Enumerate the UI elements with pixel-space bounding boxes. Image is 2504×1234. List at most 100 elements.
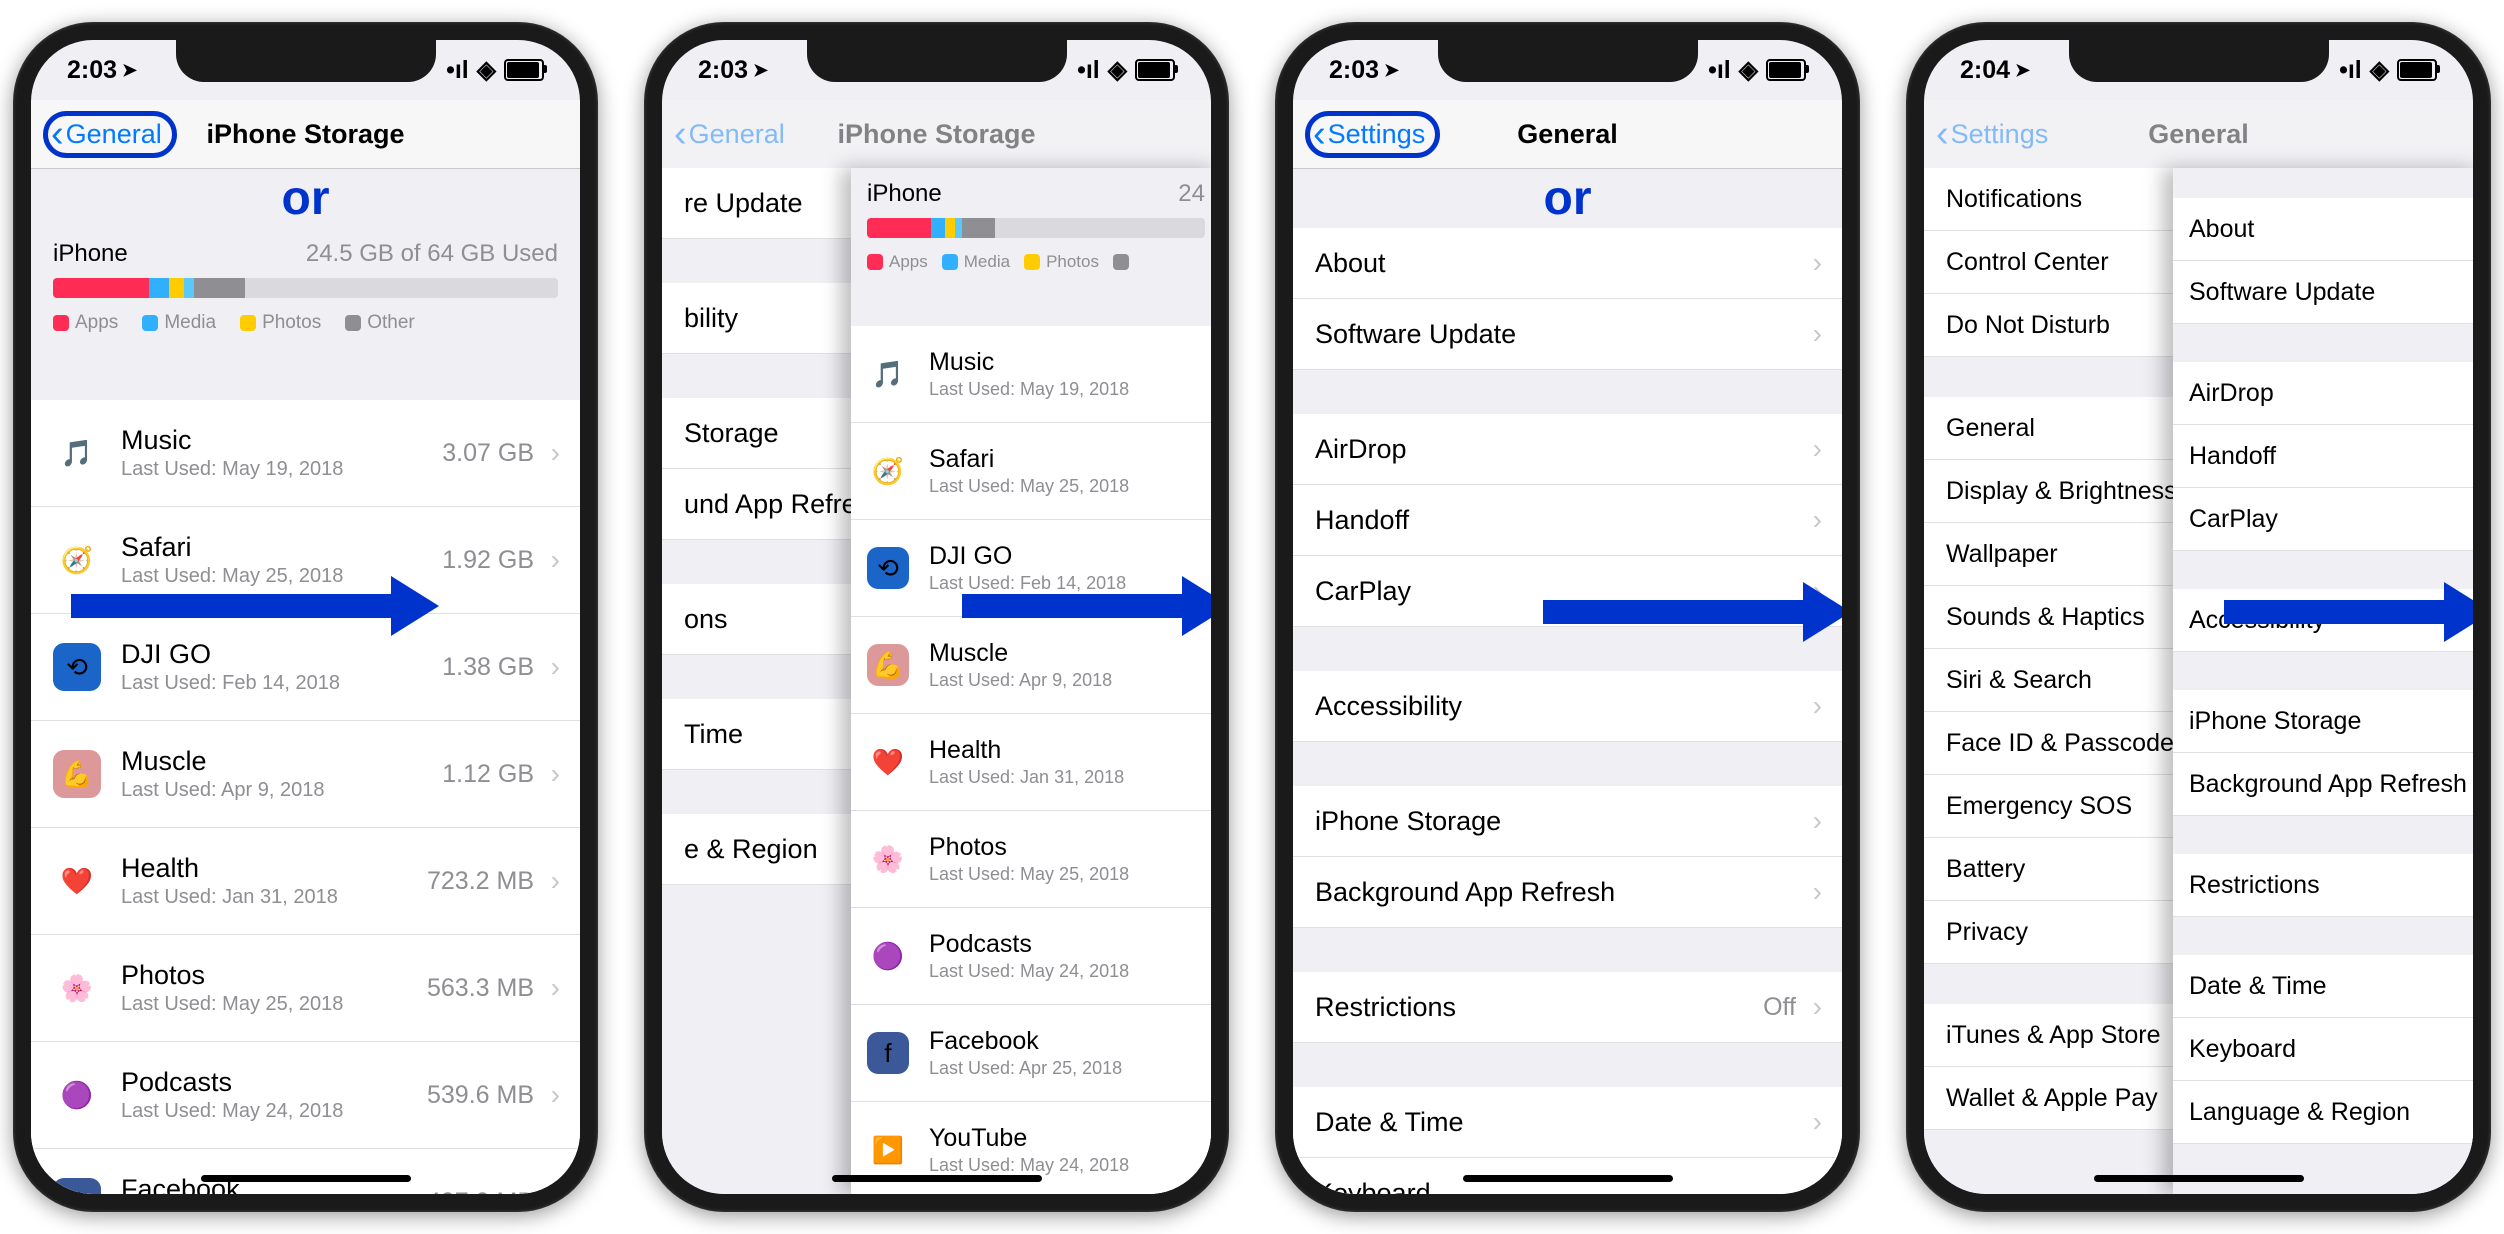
settings-row[interactable]: Date & Time (2173, 955, 2473, 1018)
sliding-panel: About Software Update AirDropHandoffCarPla… (2173, 168, 2473, 1194)
status-time: 2:04 (1960, 56, 2010, 85)
chevron-right-icon: › (551, 1186, 560, 1194)
annotation-or: or (1293, 169, 1842, 228)
settings-row[interactable]: Date & Time › (1293, 1087, 1842, 1158)
app-icon: ⟲ (53, 643, 101, 691)
storage-summary: iPhone24.5 GB of 64 GB Used Apps Media P… (31, 228, 580, 352)
row-label: Restrictions (2189, 871, 2320, 900)
app-row[interactable]: 🟣 Podcasts Last Used: May 24, 2018 (851, 908, 1211, 1005)
app-row[interactable]: 🧭 Safari Last Used: May 25, 2018 (851, 423, 1211, 520)
row-label: Accessibility (1315, 691, 1462, 722)
settings-row[interactable]: About (2173, 198, 2473, 261)
chevron-left-icon: ‹ (51, 119, 64, 149)
app-row[interactable]: 🎵 Music Last Used: May 19, 2018 3.07 GB … (31, 400, 580, 507)
row-label: AirDrop (1315, 434, 1407, 465)
row-label: Wallet & Apple Pay (1946, 1084, 2158, 1113)
chevron-right-icon: › (1813, 991, 1822, 1023)
row-label: Keyboard (1315, 1178, 1431, 1195)
device-label: iPhone (53, 240, 128, 268)
settings-row[interactable]: About › (1293, 228, 1842, 299)
annotation-arrow (2224, 582, 2473, 642)
app-icon: ▶️ (867, 1129, 909, 1171)
row-label: Siri & Search (1946, 666, 2092, 695)
row-label: Control Center (1946, 248, 2109, 277)
app-icon: 🟣 (867, 935, 909, 977)
back-button[interactable]: ‹Settings (1936, 119, 2048, 150)
settings-row[interactable]: Accessibility › (1293, 671, 1842, 742)
app-icon: 🟣 (53, 1071, 101, 1119)
home-indicator[interactable] (1463, 1175, 1673, 1182)
signal-icon: •ıl (1708, 56, 1731, 85)
chevron-left-icon: ‹ (674, 119, 687, 149)
app-row[interactable]: 🎵 Music Last Used: May 19, 2018 (851, 326, 1211, 423)
notch (807, 40, 1067, 82)
app-name: YouTube (929, 1124, 1129, 1153)
settings-row[interactable]: Language & Region (2173, 1081, 2473, 1144)
row-label: About (2189, 215, 2254, 244)
settings-row[interactable]: Restrictions Off › (1293, 972, 1842, 1043)
home-indicator[interactable] (201, 1175, 411, 1182)
settings-row[interactable]: iPhone Storage (2173, 690, 2473, 753)
settings-row[interactable]: Software Update › (1293, 299, 1842, 370)
notch (1438, 40, 1698, 82)
settings-row[interactable]: AirDrop › (1293, 414, 1842, 485)
app-row[interactable]: 🌸 Photos Last Used: May 25, 2018 563.3 M… (31, 935, 580, 1042)
chevron-right-icon: › (551, 651, 560, 683)
settings-row[interactable]: iPhone Storage › (1293, 786, 1842, 857)
phone-frame-3: 2:03➤ •ıl◈ ‹Settings General or About ›S… (1275, 22, 1860, 1212)
settings-row[interactable]: Handoff (2173, 425, 2473, 488)
page-title: iPhone Storage (837, 119, 1035, 150)
back-button[interactable]: ‹Settings (1305, 111, 1440, 158)
settings-row[interactable]: Handoff › (1293, 485, 1842, 556)
row-label: Emergency SOS (1946, 792, 2132, 821)
app-row[interactable]: ❤️ Health Last Used: Jan 31, 2018 723.2 … (31, 828, 580, 935)
app-row[interactable]: f Facebook Last Used: Apr 25, 2018 497.9… (31, 1149, 580, 1194)
app-name: DJI GO (929, 542, 1126, 571)
row-label: Keyboard (2189, 1035, 2296, 1064)
row-label: General (1946, 414, 2035, 443)
location-icon: ➤ (753, 60, 768, 81)
app-last-used: Last Used: Apr 9, 2018 (929, 670, 1112, 691)
signal-icon: •ıl (446, 56, 469, 85)
settings-row[interactable]: AirDrop (2173, 362, 2473, 425)
settings-row[interactable]: Software Update (2173, 261, 2473, 324)
app-last-used: Last Used: May 25, 2018 (929, 864, 1129, 885)
settings-row[interactable]: Background App Refresh (2173, 753, 2473, 816)
app-row[interactable]: ❤️ Health Last Used: Jan 31, 2018 (851, 714, 1211, 811)
app-icon: ❤️ (867, 741, 909, 783)
wifi-icon: ◈ (2370, 55, 2389, 85)
storage-bar (53, 278, 558, 298)
chevron-left-icon: ‹ (1936, 119, 1949, 149)
chevron-right-icon: › (1813, 805, 1822, 837)
app-icon: 🧭 (867, 450, 909, 492)
chevron-right-icon: › (551, 972, 560, 1004)
app-row[interactable]: 🌸 Photos Last Used: May 25, 2018 (851, 811, 1211, 908)
app-icon: f (53, 1178, 101, 1194)
app-name: Music (929, 348, 1129, 377)
notch (176, 40, 436, 82)
chevron-right-icon: › (551, 1079, 560, 1111)
back-button[interactable]: ‹General (43, 111, 177, 158)
back-button[interactable]: ‹General (674, 119, 785, 150)
row-label: Wallpaper (1946, 540, 2058, 569)
app-icon: ⟲ (867, 547, 909, 589)
settings-row[interactable]: CarPlay (2173, 488, 2473, 551)
storage-used: 24.5 GB of 64 GB Used (306, 240, 558, 268)
home-indicator[interactable] (2094, 1175, 2304, 1182)
home-indicator[interactable] (832, 1175, 1042, 1182)
status-time: 2:03 (698, 56, 748, 85)
nav-bar: ‹Settings General (1924, 100, 2473, 169)
row-label: Storage (684, 418, 779, 449)
settings-row[interactable]: Keyboard (2173, 1018, 2473, 1081)
page-title: General (2148, 119, 2249, 150)
settings-row[interactable]: Background App Refresh › (1293, 857, 1842, 928)
chevron-right-icon: › (551, 437, 560, 469)
app-row[interactable]: 🟣 Podcasts Last Used: May 24, 2018 539.6… (31, 1042, 580, 1149)
row-label: Date & Time (1315, 1107, 1464, 1138)
row-label: Notifications (1946, 185, 2082, 214)
settings-row[interactable]: Restrictions (2173, 854, 2473, 917)
row-label: Privacy (1946, 918, 2028, 947)
back-label: General (66, 119, 162, 150)
app-row[interactable]: 💪 Muscle Last Used: Apr 9, 2018 1.12 GB … (31, 721, 580, 828)
app-row[interactable]: f Facebook Last Used: Apr 25, 2018 (851, 1005, 1211, 1102)
